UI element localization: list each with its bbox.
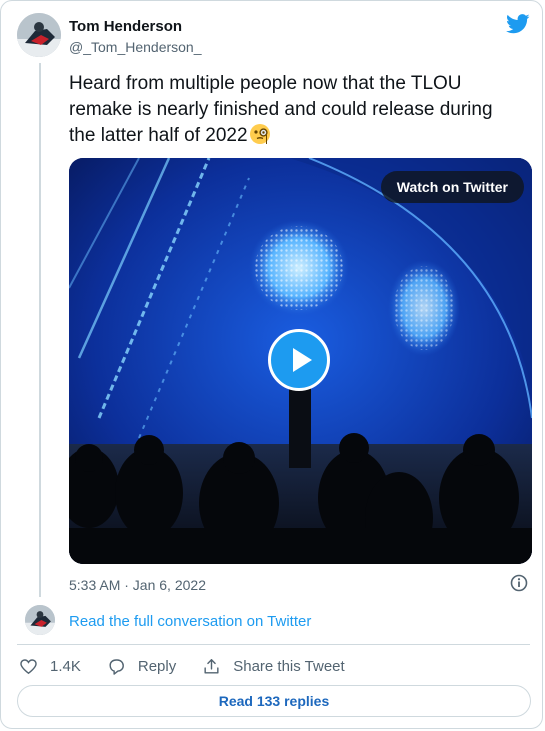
tweet-text: Heard from multiple people now that the … — [69, 71, 524, 149]
reply-button[interactable]: Reply — [107, 657, 176, 676]
reply-label: Reply — [137, 657, 177, 675]
twitter-bird-icon[interactable] — [506, 13, 530, 35]
play-button[interactable] — [268, 329, 330, 391]
author-avatar[interactable] — [17, 13, 61, 57]
tweet-text-body: Heard from multiple people now that the … — [69, 73, 493, 146]
author-handle[interactable]: @_Tom_Henderson_ — [69, 39, 202, 55]
author-name[interactable]: Tom Henderson — [69, 18, 182, 35]
read-conversation-link[interactable]: Read the full conversation on Twitter — [69, 613, 311, 630]
tweet-actions: 1.4K Reply Share this Tweet — [19, 656, 371, 676]
like-button[interactable]: 1.4K — [19, 657, 81, 676]
share-label: Share this Tweet — [233, 657, 345, 675]
info-icon[interactable] — [510, 574, 528, 592]
share-icon — [204, 658, 219, 674]
read-replies-button[interactable]: Read 133 replies — [17, 685, 531, 717]
share-button[interactable]: Share this Tweet — [202, 657, 345, 676]
tweet-timestamp[interactable]: 5:33 AM · Jan 6, 2022 — [69, 577, 206, 593]
like-count: 1.4K — [50, 657, 81, 675]
video-thumbnail[interactable]: Watch on Twitter — [69, 158, 532, 564]
divider — [17, 644, 530, 645]
thread-line — [39, 63, 41, 597]
face-with-monocle-icon — [249, 124, 270, 144]
conversation-avatar[interactable] — [25, 605, 55, 635]
reply-icon — [109, 658, 124, 675]
tweet-card: Tom Henderson @_Tom_Henderson_ Heard fro… — [0, 0, 543, 729]
heart-icon — [20, 658, 37, 674]
watch-on-twitter-button[interactable]: Watch on Twitter — [380, 171, 524, 203]
